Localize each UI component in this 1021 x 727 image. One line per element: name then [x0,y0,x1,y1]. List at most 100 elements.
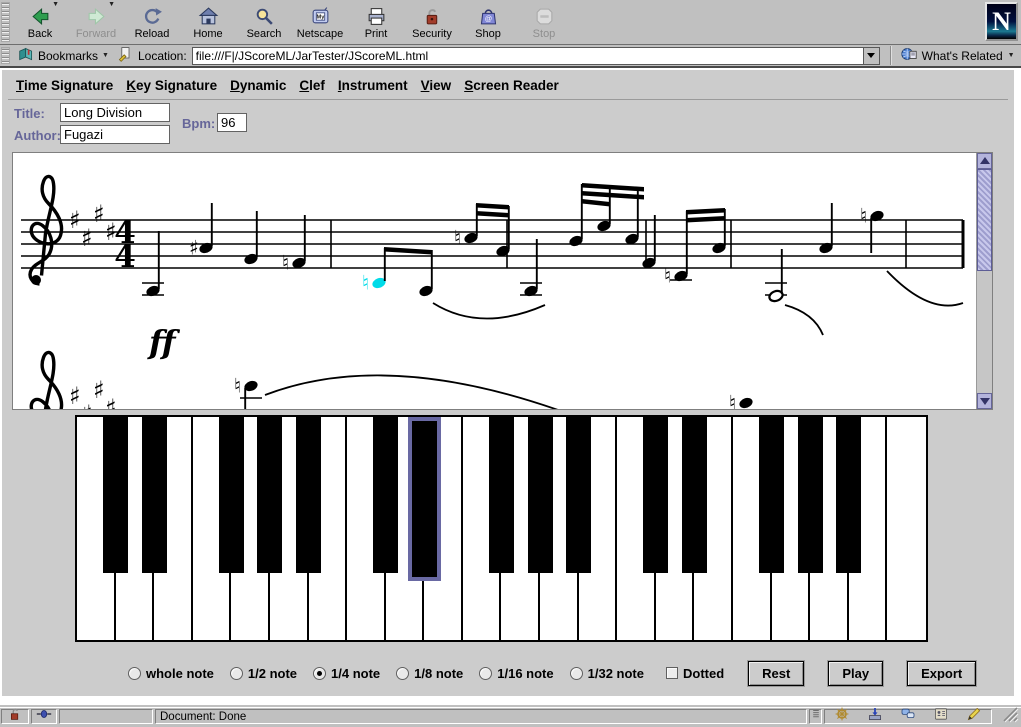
print-button[interactable]: Print [348,0,404,44]
menu-time-signature[interactable]: Time Signature [16,78,113,93]
checkbox-icon[interactable] [666,667,678,679]
whats-related-label: What's Related [922,49,1003,63]
note[interactable] [418,250,434,298]
menu-key-signature[interactable]: Key Signature [126,78,217,93]
menu-clef[interactable]: Clef [299,78,325,93]
black-key-12[interactable] [528,417,553,573]
bookmarks-menu[interactable]: Bookmarks ▼ [12,46,117,66]
addressbook-button[interactable] [933,706,949,727]
netscape-logo[interactable]: N [985,2,1018,41]
title-input[interactable] [60,103,170,122]
menu-dynamic[interactable]: Dynamic [230,78,286,93]
composer-button[interactable] [966,706,982,727]
main-toolbar: ▼Back▼ForwardReloadHomeSearchMyNetscapeP… [0,0,1021,45]
radio-button-icon[interactable] [396,667,409,680]
time-signature-digit: 4 [114,239,136,275]
note[interactable] [765,249,787,303]
linkbar-grippy[interactable] [1,47,10,64]
radio-button-icon[interactable] [128,667,141,680]
menu-instrument[interactable]: Instrument [338,78,408,93]
accidental: ♮ [860,204,867,228]
beam [582,183,644,192]
radio-label: 1/16 note [497,666,553,681]
toolbar-button-label: Shop [475,28,501,40]
radio-button-icon[interactable] [479,667,492,680]
component-bar-handle[interactable] [809,709,822,724]
black-key-2[interactable] [142,417,167,573]
note[interactable]: ♮ [234,374,262,410]
score-panel[interactable]: ♯♯♯♯44♯♮♮♮♮♮ff♯♯♯♯♮♮ [12,152,993,410]
radio-1-16-note[interactable]: 1/16 note [479,666,553,681]
play-button[interactable]: Play [828,661,883,686]
black-key-19[interactable] [798,417,823,573]
note[interactable] [818,203,834,255]
bookmarks-icon [18,46,35,63]
white-key-21[interactable] [887,417,926,640]
note[interactable] [641,215,657,270]
author-input[interactable] [60,125,170,144]
radio-1-8-note[interactable]: 1/8 note [396,666,463,681]
export-button[interactable]: Export [907,661,976,686]
bpm-input[interactable] [217,113,247,132]
radio-button-icon[interactable] [570,667,583,680]
radio-button-icon[interactable] [313,667,326,680]
location-input[interactable] [193,48,863,64]
resize-grip[interactable] [994,709,1020,724]
slur [265,375,561,409]
dynamic-marking: ff [147,323,181,361]
selected-note[interactable]: ♮ [362,248,387,295]
note[interactable]: ♮ [454,204,479,250]
page-proxy-icon[interactable] [117,46,133,65]
music-score[interactable]: ♯♯♯♯44♯♮♮♮♮♮ff♯♯♯♯♮♮ [13,153,976,409]
toolbar-grippy[interactable] [1,2,10,42]
black-key-16[interactable] [682,417,707,573]
black-key-13[interactable] [566,417,591,573]
black-key-5[interactable] [257,417,282,573]
shop-button[interactable]: @Shop [460,0,516,44]
black-key-11[interactable] [489,417,514,573]
scrollbar-thumb[interactable] [977,169,992,271]
black-key-6[interactable] [296,417,321,573]
scroll-up-button[interactable] [977,153,992,169]
black-key-20[interactable] [836,417,861,573]
location-label: Location: [138,49,187,63]
black-key-4[interactable] [219,417,244,573]
reload-button[interactable]: Reload [124,0,180,44]
menu-view[interactable]: View [421,78,452,93]
chat-button[interactable] [900,706,916,727]
black-key-highlighted[interactable] [408,417,441,581]
black-key-18[interactable] [759,417,784,573]
search-icon [254,6,275,27]
svg-text:♮: ♮ [729,391,736,410]
black-key-1[interactable] [103,417,128,573]
whats-related-button[interactable]: What's Related ▼ [890,46,1015,65]
note[interactable] [568,184,584,248]
location-dropdown-button[interactable] [863,48,879,64]
netscape-button[interactable]: MyNetscape [292,0,348,44]
home-icon [198,6,219,27]
radio-1-2-note[interactable]: 1/2 note [230,666,297,681]
scroll-down-button[interactable] [977,393,992,409]
beam [476,203,509,210]
navigator-wheel-button[interactable] [834,706,850,727]
note[interactable] [142,231,164,298]
note[interactable]: ♮ [729,391,754,410]
black-key-15[interactable] [643,417,668,573]
radio-1-32-note[interactable]: 1/32 note [570,666,644,681]
rest-button[interactable]: Rest [748,661,804,686]
inbox-button[interactable] [867,706,883,727]
security-button[interactable]: Security [404,0,460,44]
menu-screen-reader[interactable]: Screen Reader [464,78,559,93]
radio-1-4-note[interactable]: 1/4 note [313,666,380,681]
note[interactable]: ♮ [860,204,885,254]
online-status-indicator[interactable] [31,709,57,724]
search-button[interactable]: Search [236,0,292,44]
radio-button-icon[interactable] [230,667,243,680]
home-button[interactable]: Home [180,0,236,44]
radio-whole-note[interactable]: whole note [128,666,214,681]
note[interactable]: ♮ [664,211,692,288]
security-status-button[interactable] [1,709,29,724]
back-button[interactable]: ▼Back [12,0,68,44]
black-key-8[interactable] [373,417,398,573]
dotted-checkbox[interactable]: Dotted [666,666,724,681]
